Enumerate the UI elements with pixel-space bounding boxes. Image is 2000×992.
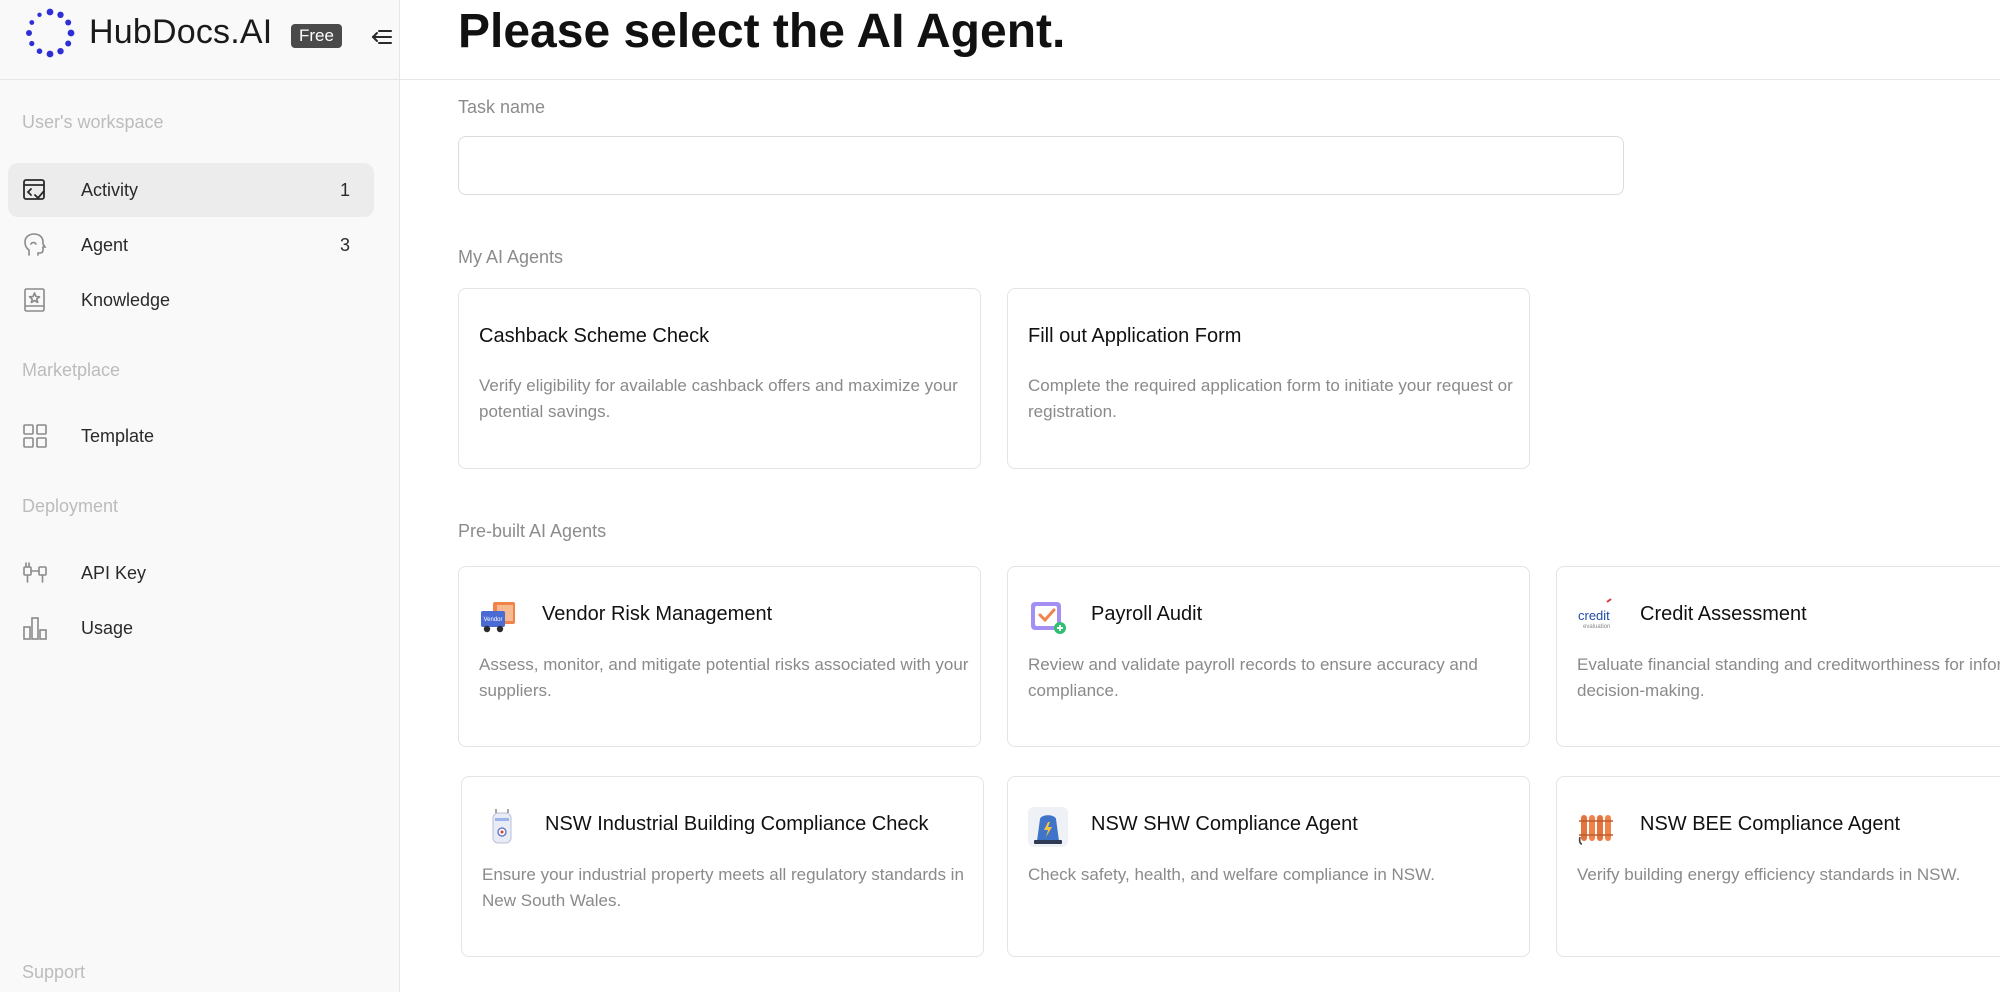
sidebar-item-label: API Key xyxy=(81,563,147,583)
activity-count: 1 xyxy=(339,180,350,200)
sidebar-item-label: Knowledge xyxy=(81,290,171,310)
agent-card-description: Evaluate financial standing and creditwo… xyxy=(1577,655,2000,700)
sidebar-item-usage[interactable]: Usage xyxy=(8,601,374,655)
agent-card-description: Review and validate payroll records to e… xyxy=(1028,655,1478,700)
brand-header: HubDocs.AI Free xyxy=(0,0,400,80)
agent-card-description: Ensure your industrial property meets al… xyxy=(482,865,964,910)
main-header: Please select the AI Agent. xyxy=(400,0,2000,80)
agent-card-title: Payroll Audit xyxy=(1091,603,1203,625)
vendor-icon-text: Vendor xyxy=(484,617,503,623)
agent-card-description: Check safety, health, and welfare compli… xyxy=(1028,865,1435,884)
section-title-marketplace: Marketplace xyxy=(22,360,121,380)
knowledge-book-icon xyxy=(24,288,45,312)
agent-count: 3 xyxy=(339,235,350,255)
agent-card-description: Complete the required application form t… xyxy=(1028,376,1513,421)
agent-card-payroll-audit[interactable]: Payroll Audit Review and validate payrol… xyxy=(1007,566,1530,747)
agent-card-description: Verify building energy efficiency standa… xyxy=(1577,865,1961,884)
prebuilt-agents-heading: Pre-built AI Agents xyxy=(458,521,607,541)
sidebar-item-label: Usage xyxy=(81,618,134,638)
sidebar-item-activity[interactable]: Activity 1 xyxy=(8,163,374,217)
industrial-building-icon xyxy=(492,809,512,844)
task-name-input[interactable] xyxy=(458,136,1624,195)
credit-icon-subtext: evaluation xyxy=(1583,624,1610,630)
agent-card-nsw-shw-compliance-agent[interactable]: NSW SHW Compliance Agent Check safety, h… xyxy=(1007,776,1530,957)
agent-card-vendor-risk-management[interactable]: Vendor Vendor Risk Management Assess, mo… xyxy=(458,566,981,747)
usage-chart-icon xyxy=(23,617,47,640)
my-agents-heading: My AI Agents xyxy=(458,247,564,267)
agent-card-title: Fill out Application Form xyxy=(1028,325,1242,347)
sidebar-item-label: Activity xyxy=(81,180,139,200)
task-name-label: Task name xyxy=(458,97,546,117)
credit-logo-icon: credit evaluation xyxy=(1578,598,1612,630)
agent-card-title: NSW Industrial Building Compliance Check xyxy=(545,813,929,835)
agent-card-title: Vendor Risk Management xyxy=(542,603,773,625)
sidebar-item-template[interactable]: Template xyxy=(8,409,374,463)
section-title-workspace: User's workspace xyxy=(22,112,164,132)
collapse-sidebar-icon[interactable] xyxy=(368,24,394,50)
section-title-deployment: Deployment xyxy=(22,496,119,516)
agent-head-icon xyxy=(24,233,47,256)
agent-card-title: Credit Assessment xyxy=(1640,603,1807,625)
credit-icon-text: credit xyxy=(1578,608,1610,623)
section-title-support: Support xyxy=(22,962,86,982)
agent-card-credit-assessment[interactable]: credit evaluation Credit Assessment Eval… xyxy=(1556,566,2000,747)
water-heater-icon xyxy=(1028,807,1068,847)
brand-name: HubDocs.AI xyxy=(89,13,273,51)
payroll-audit-icon xyxy=(1031,602,1066,634)
activity-icon xyxy=(23,179,45,200)
sidebar-item-label: Agent xyxy=(81,235,129,255)
sidebar-item-label: Template xyxy=(81,426,155,446)
agent-card-nsw-bee-compliance-agent[interactable]: NSW BEE Compliance Agent Verify building… xyxy=(1556,776,2000,957)
radiator-icon xyxy=(1578,815,1613,845)
sidebar: HubDocs.AI Free User's workspace Activit… xyxy=(0,0,400,992)
sidebar-item-knowledge[interactable]: Knowledge xyxy=(8,273,374,327)
agent-card-title: NSW SHW Compliance Agent xyxy=(1091,813,1358,835)
sidebar-item-agent[interactable]: Agent 3 xyxy=(8,218,374,272)
agent-card-cashback-scheme-check[interactable]: Cashback Scheme Check Verify eligibility… xyxy=(458,288,981,469)
page-title: Please select the AI Agent. xyxy=(458,5,1066,58)
agent-card-nsw-industrial-building-compliance-check[interactable]: NSW Industrial Building Compliance Check… xyxy=(461,776,984,957)
agent-card-description: Assess, monitor, and mitigate potential … xyxy=(479,655,969,700)
agent-card-title: NSW BEE Compliance Agent xyxy=(1640,813,1901,835)
api-key-icon xyxy=(23,562,47,583)
template-grid-icon xyxy=(23,424,47,448)
hubdocs-logo-icon xyxy=(26,8,75,58)
agent-card-fill-out-application-form[interactable]: Fill out Application Form Complete the r… xyxy=(1007,288,1530,469)
agent-card-title: Cashback Scheme Check xyxy=(479,325,710,347)
plan-badge: Free xyxy=(291,24,342,48)
agent-card-description: Verify eligibility for available cashbac… xyxy=(479,376,958,421)
vendor-truck-icon: Vendor xyxy=(481,602,515,633)
sidebar-item-api-key[interactable]: API Key xyxy=(8,546,374,600)
